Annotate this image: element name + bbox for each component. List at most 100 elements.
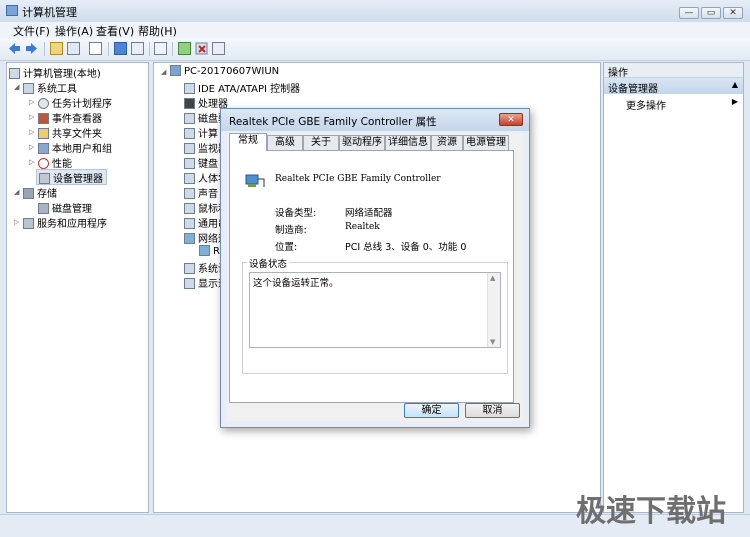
window-title: 计算机管理 — [22, 6, 77, 19]
tree-item-task-scheduler[interactable]: 任务计划程序 — [38, 95, 112, 110]
back-icon[interactable] — [8, 42, 21, 55]
network-card-icon — [199, 245, 210, 256]
status-scrollbar[interactable]: ▲ ▼ — [487, 273, 500, 347]
network-adapter-icon — [184, 233, 195, 244]
tree-item-event-viewer[interactable]: 事件查看器 — [38, 110, 102, 125]
tab-resources[interactable]: 资源 — [431, 135, 463, 150]
tab-general[interactable]: 常规 — [229, 133, 267, 151]
monitor-icon — [184, 143, 195, 154]
up-folder-icon[interactable] — [50, 42, 63, 55]
device-type-label: 设备类型: — [275, 208, 317, 219]
device-category[interactable]: 计算 — [184, 125, 218, 140]
device-manager-icon — [39, 173, 50, 184]
tree-item-local-users[interactable]: 本地用户和组 — [38, 140, 112, 155]
device-status-textbox[interactable]: 这个设备运转正常。 ▲ ▼ — [249, 272, 501, 348]
menu-help[interactable]: 帮助(H) — [138, 23, 177, 39]
tree-item-shared-folders[interactable]: 共享文件夹 — [38, 125, 102, 140]
expand-arrow-icon[interactable]: ▷ — [14, 218, 19, 226]
watermark-logo: 极速下载站 — [576, 494, 726, 529]
maximize-button[interactable]: ▭ — [701, 7, 721, 19]
actions-section-device-manager[interactable]: 设备管理器 ▲ — [604, 78, 743, 95]
tab-power-management[interactable]: 电源管理 — [463, 135, 509, 150]
disable-icon[interactable] — [212, 42, 225, 55]
tab-driver[interactable]: 驱动程序 — [339, 135, 385, 150]
tree-item-computer-management[interactable]: 计算机管理(本地) — [9, 65, 101, 80]
help-icon[interactable] — [114, 42, 127, 55]
device-root[interactable]: PC-20170607WIUN — [170, 65, 279, 79]
title-bar: 计算机管理 — ▭ ✕ — [0, 0, 750, 23]
computer-management-icon — [6, 5, 18, 16]
show-tree-icon[interactable] — [67, 42, 80, 55]
computer-icon — [170, 65, 181, 76]
device-category[interactable]: 声音 — [184, 185, 218, 200]
menu-view[interactable]: 查看(V) — [96, 23, 134, 39]
view-icon[interactable] — [131, 42, 144, 55]
properties-icon[interactable] — [154, 42, 167, 55]
device-name: Realtek PCIe GBE Family Controller — [275, 174, 441, 184]
clock-icon — [38, 98, 49, 109]
device-type-value: 网络适配器 — [345, 208, 393, 219]
tree-item-disk-management[interactable]: 磁盘管理 — [38, 200, 92, 215]
dialog-body: 常规 高级 关于 驱动程序 详细信息 资源 电源管理 Realtek PCIe … — [227, 133, 523, 421]
disk-drive-icon — [184, 113, 195, 124]
export-icon[interactable] — [89, 42, 102, 55]
minimize-button[interactable]: — — [679, 7, 699, 19]
dialog-close-button[interactable]: ✕ — [499, 113, 523, 126]
tree-item-system-tools[interactable]: 系统工具 — [23, 80, 77, 95]
scroll-up-icon[interactable]: ▲ — [490, 274, 495, 282]
general-tab-panel: Realtek PCIe GBE Family Controller 设备类型:… — [229, 150, 514, 403]
toolbar — [0, 38, 750, 61]
location-label: 位置: — [275, 242, 298, 253]
close-button[interactable]: ✕ — [723, 7, 743, 19]
actions-header: 操作 — [604, 63, 743, 79]
shared-folder-icon — [38, 128, 49, 139]
dialog-title: Realtek PCIe GBE Family Controller 属性 — [229, 116, 437, 128]
keyboard-icon — [184, 158, 195, 169]
device-item[interactable]: R — [199, 245, 220, 259]
usb-icon — [184, 218, 195, 229]
menu-action[interactable]: 操作(A) — [55, 23, 93, 39]
tab-about[interactable]: 关于 — [303, 135, 339, 150]
expand-arrow-icon[interactable]: ▷ — [29, 98, 34, 106]
processor-icon — [184, 98, 195, 109]
collapse-up-icon[interactable]: ▲ — [732, 80, 738, 89]
performance-icon — [38, 158, 49, 169]
more-actions-item[interactable]: 更多操作 ▶ — [604, 96, 743, 112]
expand-arrow-icon[interactable]: ▷ — [29, 158, 34, 166]
ok-button[interactable]: 确定 — [404, 403, 459, 418]
system-devices-icon — [184, 263, 195, 274]
tree-item-services-apps[interactable]: 服务和应用程序 — [23, 215, 107, 230]
expand-arrow-icon[interactable]: ▷ — [29, 113, 34, 121]
tab-details[interactable]: 详细信息 — [385, 135, 431, 150]
storage-icon — [23, 188, 34, 199]
collapse-arrow-icon[interactable]: ◢ — [14, 188, 19, 196]
tree-item-device-manager[interactable]: 设备管理器 — [36, 169, 107, 185]
expand-arrow-icon[interactable]: ▷ — [29, 143, 34, 151]
uninstall-icon[interactable] — [195, 42, 208, 55]
display-adapter-icon — [184, 278, 195, 289]
cancel-button[interactable]: 取消 — [465, 403, 520, 418]
speaker-icon — [184, 188, 195, 199]
expand-arrow-icon[interactable]: ▷ — [29, 128, 34, 136]
computer-management-icon — [9, 68, 20, 79]
tree-item-performance[interactable]: 性能 — [38, 155, 72, 170]
update-driver-icon[interactable] — [178, 42, 191, 55]
device-category[interactable]: 键盘 — [184, 155, 218, 170]
manufacturer-value: Realtek — [345, 222, 380, 232]
properties-dialog: Realtek PCIe GBE Family Controller 属性 ✕ … — [220, 108, 530, 428]
menu-file[interactable]: 文件(F) — [13, 23, 50, 39]
manufacturer-label: 制造商: — [275, 225, 307, 236]
collapse-arrow-icon[interactable]: ◢ — [14, 83, 19, 91]
device-category[interactable]: 处理器 — [184, 95, 228, 110]
tree-item-storage[interactable]: 存储 — [23, 185, 57, 200]
collapse-arrow-icon[interactable]: ◢ — [161, 68, 166, 76]
device-status-label: 设备状态 — [247, 256, 290, 270]
menu-bar: 文件(F) 操作(A) 查看(V) 帮助(H) — [0, 22, 750, 38]
location-value: PCI 总线 3、设备 0、功能 0 — [345, 242, 467, 253]
submenu-arrow-icon: ▶ — [731, 97, 738, 106]
scroll-down-icon[interactable]: ▼ — [490, 338, 495, 346]
tab-advanced[interactable]: 高级 — [267, 135, 303, 150]
forward-icon[interactable] — [25, 42, 38, 55]
network-adapter-icon — [245, 174, 265, 187]
device-category[interactable]: IDE ATA/ATAPI 控制器 — [184, 80, 300, 95]
